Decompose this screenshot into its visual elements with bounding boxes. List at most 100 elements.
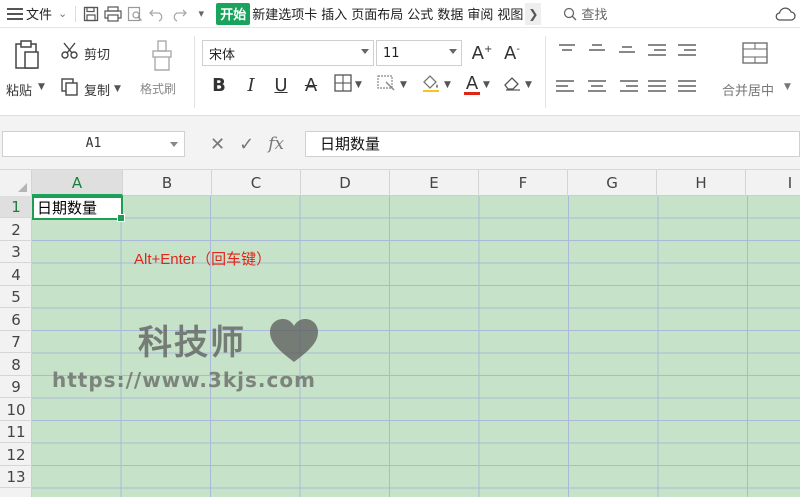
- hamburger-icon: [4, 3, 26, 25]
- merge-cells-icon: [742, 42, 768, 68]
- clear-format-button[interactable]: ▼: [498, 72, 536, 98]
- row-header-6[interactable]: 6: [0, 309, 32, 331]
- align-top-button[interactable]: [556, 44, 578, 58]
- formula-input[interactable]: 日期数量: [305, 131, 800, 157]
- more-tabs-icon[interactable]: ❯: [525, 2, 542, 25]
- align-left-button[interactable]: [556, 80, 578, 94]
- column-header-d[interactable]: D: [301, 170, 390, 196]
- print-preview-icon[interactable]: [124, 3, 146, 25]
- row-header-10[interactable]: 10: [0, 399, 32, 421]
- font-color-button[interactable]: A ▼: [460, 72, 494, 98]
- scissors-icon: [60, 42, 80, 64]
- column-header-e[interactable]: E: [390, 170, 479, 196]
- align-bottom-button[interactable]: [616, 44, 638, 58]
- search-box[interactable]: 查找: [559, 0, 611, 28]
- row-header-12[interactable]: 12: [0, 444, 32, 466]
- distributed-align-button[interactable]: [678, 80, 700, 94]
- justify-button[interactable]: [648, 80, 670, 94]
- cancel-icon[interactable]: ✕: [210, 134, 225, 155]
- decrease-indent-button[interactable]: [648, 44, 670, 58]
- heart-icon: [270, 319, 318, 362]
- divider: [194, 36, 195, 108]
- underline-button[interactable]: U: [268, 72, 294, 98]
- increase-font-size-button[interactable]: A+: [470, 40, 494, 66]
- bold-icon: B: [212, 74, 226, 96]
- row-header-9[interactable]: 9: [0, 376, 32, 398]
- strikethrough-button[interactable]: A: [298, 72, 324, 98]
- cut-button[interactable]: 剪切: [60, 42, 110, 64]
- fill-color-button[interactable]: ▼: [416, 72, 456, 98]
- row-header-7[interactable]: 7: [0, 331, 32, 353]
- print-icon[interactable]: [102, 3, 124, 25]
- decrease-font-size-button[interactable]: A-: [500, 40, 524, 66]
- customize-toolbar-icon[interactable]: ▾: [190, 3, 212, 25]
- tab-insert[interactable]: 插入: [319, 0, 349, 28]
- chevron-down-icon[interactable]: ⌄: [58, 7, 67, 20]
- row-header-4[interactable]: 4: [0, 264, 32, 286]
- column-header-g[interactable]: G: [568, 170, 657, 196]
- watermark-url: https://www.3kjs.com: [52, 368, 316, 392]
- font-family-select[interactable]: 宋体: [202, 40, 374, 66]
- divider: [75, 5, 77, 22]
- decrease-font-icon: A-: [504, 42, 520, 64]
- align-center-button[interactable]: [586, 80, 608, 94]
- format-painter-button[interactable]: 格式刷: [140, 40, 188, 108]
- column-header-bar: A B C D E F G H I: [0, 170, 800, 196]
- tab-new[interactable]: 新建选项卡: [250, 0, 319, 28]
- row-header-13[interactable]: 13: [0, 466, 32, 488]
- formula-actions: ✕ ✓ fx: [210, 131, 284, 157]
- file-menu-label[interactable]: 文件: [26, 4, 52, 23]
- row-header-5[interactable]: 5: [0, 286, 32, 308]
- column-header-a[interactable]: A: [32, 170, 123, 196]
- align-right-button[interactable]: [616, 80, 638, 94]
- copy-button[interactable]: 复制 ▼: [60, 78, 121, 100]
- cell-a1[interactable]: 日期数量: [32, 196, 125, 222]
- bold-button[interactable]: B: [206, 72, 232, 98]
- row-header-2[interactable]: 2: [0, 219, 32, 241]
- paste-button[interactable]: 粘贴 ▼: [6, 38, 50, 108]
- increase-indent-button[interactable]: [678, 44, 700, 58]
- tab-formulas[interactable]: 公式: [405, 0, 435, 28]
- name-box[interactable]: A1: [2, 131, 185, 157]
- column-header-i[interactable]: I: [746, 170, 800, 196]
- column-header-f[interactable]: F: [479, 170, 568, 196]
- row-header-1[interactable]: 1: [0, 196, 32, 218]
- merge-center-button[interactable]: 合并居中 ▼: [718, 40, 796, 108]
- cloud-icon[interactable]: [774, 3, 796, 25]
- row-header-3[interactable]: 3: [0, 241, 32, 263]
- save-icon[interactable]: [80, 3, 102, 25]
- menu-bar: 文件 ⌄ ▾ 开始 新建选项卡 插入 页面布局 公式 数据 审阅 视图 ❯ 查找: [0, 0, 800, 28]
- tab-view[interactable]: 视图: [495, 0, 525, 28]
- select-all-corner[interactable]: [0, 170, 32, 196]
- cell-style-button[interactable]: ▼: [372, 72, 412, 98]
- strikethrough-icon: A: [304, 74, 318, 96]
- font-size-select[interactable]: 11: [376, 40, 462, 66]
- chevron-down-icon: ▼: [444, 80, 451, 90]
- tab-review[interactable]: 审阅: [465, 0, 495, 28]
- chevron-down-icon: ▼: [483, 80, 490, 90]
- column-header-b[interactable]: B: [123, 170, 212, 196]
- function-icon[interactable]: fx: [268, 134, 284, 154]
- undo-icon[interactable]: [146, 3, 168, 25]
- cell-reference: A1: [85, 136, 102, 151]
- main-menu-button[interactable]: 文件 ⌄: [0, 0, 71, 28]
- italic-button[interactable]: I: [238, 72, 264, 98]
- borders-button[interactable]: ▼: [328, 72, 368, 98]
- divider: [545, 36, 546, 108]
- row-header-bar: 1 2 3 4 5 6 7 8 9 10 11 12 13: [0, 196, 32, 497]
- tab-home[interactable]: 开始: [216, 2, 251, 25]
- redo-icon[interactable]: [168, 3, 190, 25]
- confirm-icon[interactable]: ✓: [239, 134, 254, 155]
- merge-center-label: 合并居中: [722, 84, 775, 99]
- tab-data[interactable]: 数据: [435, 0, 465, 28]
- chevron-down-icon: ▼: [525, 80, 532, 90]
- row-header-11[interactable]: 11: [0, 421, 32, 443]
- tab-page-layout[interactable]: 页面布局: [349, 0, 405, 28]
- column-header-c[interactable]: C: [212, 170, 301, 196]
- row-header-8[interactable]: 8: [0, 354, 32, 376]
- italic-icon: I: [247, 74, 255, 96]
- align-middle-button[interactable]: [586, 44, 608, 58]
- chevron-down-icon: [361, 49, 369, 54]
- column-header-h[interactable]: H: [657, 170, 746, 196]
- chevron-down-icon: ▼: [784, 82, 791, 92]
